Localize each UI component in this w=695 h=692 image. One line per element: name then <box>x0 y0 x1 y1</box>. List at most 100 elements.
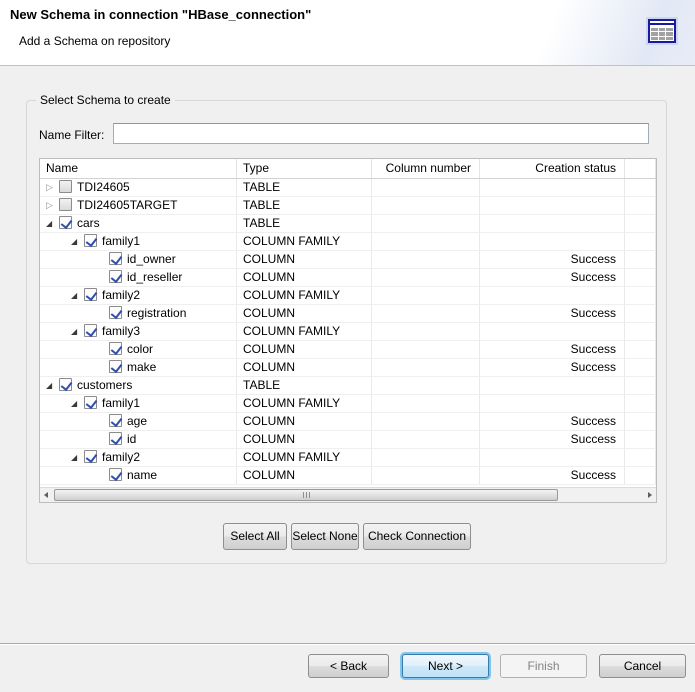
cell-column-number <box>372 197 480 214</box>
cell-empty <box>625 287 656 304</box>
cell-column-number <box>372 449 480 466</box>
collapse-arrow-icon[interactable]: ◢ <box>71 395 84 412</box>
cell-name: ◢family2 <box>40 287 237 304</box>
cell-type: COLUMN <box>237 359 372 376</box>
cell-creation-status <box>480 287 625 304</box>
scroll-right-arrow-button[interactable] <box>643 488 656 502</box>
cell-type: COLUMN <box>237 269 372 286</box>
scrollbar-thumb[interactable] <box>54 489 558 501</box>
row-checkbox[interactable] <box>84 324 97 337</box>
name-filter-label: Name Filter: <box>39 128 104 142</box>
row-checkbox[interactable] <box>109 432 122 445</box>
collapse-arrow-icon[interactable]: ◢ <box>71 287 84 304</box>
table-header-row: Name Type Column number Creation status <box>40 159 656 179</box>
table-row[interactable]: id_ownerCOLUMNSuccess <box>40 251 656 269</box>
collapse-arrow-icon[interactable]: ◢ <box>46 377 59 394</box>
table-row[interactable]: ◢customersTABLE <box>40 377 656 395</box>
expand-arrow-icon[interactable]: ▷ <box>46 180 59 196</box>
expand-arrow-icon[interactable]: ▷ <box>46 198 59 214</box>
cell-creation-status: Success <box>480 431 625 448</box>
row-checkbox[interactable] <box>59 180 72 193</box>
scroll-right-arrow-icon <box>648 492 652 498</box>
row-checkbox[interactable] <box>84 450 97 463</box>
row-checkbox[interactable] <box>84 396 97 409</box>
cell-name: registration <box>40 305 237 322</box>
row-checkbox[interactable] <box>109 414 122 427</box>
cell-type: COLUMN <box>237 467 372 484</box>
table-row[interactable]: nameCOLUMNSuccess <box>40 467 656 485</box>
cell-creation-status: Success <box>480 359 625 376</box>
table-row[interactable]: ◢family1COLUMN FAMILY <box>40 233 656 251</box>
row-checkbox[interactable] <box>59 198 72 211</box>
cell-empty <box>625 431 656 448</box>
table-row[interactable]: ◢ family1 COLUMN FAMILY <box>40 395 656 413</box>
table-grid-icon <box>648 19 676 43</box>
horizontal-scrollbar[interactable] <box>40 487 656 502</box>
next-button[interactable]: Next > <box>402 654 489 678</box>
select-all-button[interactable]: Select All <box>223 523 287 550</box>
table-row[interactable]: ◢family3COLUMN FAMILY <box>40 323 656 341</box>
cell-name: ◢customers <box>40 377 237 394</box>
table-row[interactable]: makeCOLUMNSuccess <box>40 359 656 377</box>
cell-creation-status: Success <box>480 269 625 286</box>
cell-creation-status: Success <box>480 251 625 268</box>
row-checkbox[interactable] <box>109 360 122 373</box>
row-checkbox[interactable] <box>109 342 122 355</box>
cell-name: ◢ family1 <box>40 395 237 412</box>
table-row[interactable]: ◢family2COLUMN FAMILY <box>40 449 656 467</box>
table-row[interactable]: idCOLUMNSuccess <box>40 431 656 449</box>
scroll-left-arrow-button[interactable] <box>40 488 53 502</box>
row-checkbox[interactable] <box>109 252 122 265</box>
row-checkbox[interactable] <box>59 378 72 391</box>
cell-type: COLUMN <box>237 305 372 322</box>
wizard-header: New Schema in connection "HBase_connecti… <box>0 0 695 66</box>
row-label: family1 <box>102 396 140 410</box>
cell-name: id_reseller <box>40 269 237 286</box>
table-row[interactable]: colorCOLUMNSuccess <box>40 341 656 359</box>
row-checkbox[interactable] <box>109 270 122 283</box>
table-row[interactable]: registrationCOLUMNSuccess <box>40 305 656 323</box>
collapse-arrow-icon[interactable]: ◢ <box>71 449 84 466</box>
column-header-type[interactable]: Type <box>237 159 372 178</box>
cell-name: id <box>40 431 237 448</box>
table-row[interactable]: id_resellerCOLUMN Success <box>40 269 656 287</box>
scrollbar-track[interactable] <box>53 488 643 502</box>
cell-column-number <box>372 233 480 250</box>
row-label: age <box>127 414 147 428</box>
cell-type: COLUMN FAMILY <box>237 323 372 340</box>
row-checkbox[interactable] <box>59 216 72 229</box>
cell-column-number <box>372 323 480 340</box>
table-row[interactable]: ageCOLUMNSuccess <box>40 413 656 431</box>
cell-empty <box>625 269 656 286</box>
table-row[interactable]: ▷TDI24605TABLE <box>40 179 656 197</box>
cell-type: COLUMN <box>237 341 372 358</box>
row-label: id <box>127 432 136 446</box>
cancel-button[interactable]: Cancel <box>599 654 686 678</box>
select-none-button[interactable]: Select None <box>291 523 359 550</box>
cell-creation-status <box>480 377 625 394</box>
row-checkbox[interactable] <box>84 288 97 301</box>
row-checkbox[interactable] <box>84 234 97 247</box>
table-row[interactable]: ◢family2COLUMN FAMILY <box>40 287 656 305</box>
cell-empty <box>625 449 656 466</box>
finish-button[interactable]: Finish <box>500 654 587 678</box>
collapse-arrow-icon[interactable]: ◢ <box>46 215 59 232</box>
table-row[interactable]: ◢carsTABLE <box>40 215 656 233</box>
cell-empty <box>625 467 656 484</box>
column-header-name[interactable]: Name <box>40 159 237 178</box>
cell-name: name <box>40 467 237 484</box>
back-button[interactable]: < Back <box>308 654 389 678</box>
check-connection-button[interactable]: Check Connection <box>363 523 471 550</box>
column-header-column-number[interactable]: Column number <box>372 159 480 178</box>
row-checkbox[interactable] <box>109 306 122 319</box>
name-filter-input[interactable] <box>113 123 649 144</box>
cell-type: COLUMN FAMILY <box>237 233 372 250</box>
table-row[interactable]: ▷TDI24605TARGETTABLE <box>40 197 656 215</box>
column-header-creation-status[interactable]: Creation status <box>480 159 625 178</box>
collapse-arrow-icon[interactable]: ◢ <box>71 233 84 250</box>
cell-type: COLUMN FAMILY <box>237 395 372 412</box>
row-checkbox[interactable] <box>109 468 122 481</box>
row-label: TDI24605 <box>77 180 130 194</box>
table-grid-icon-header <box>650 21 674 25</box>
collapse-arrow-icon[interactable]: ◢ <box>71 323 84 340</box>
